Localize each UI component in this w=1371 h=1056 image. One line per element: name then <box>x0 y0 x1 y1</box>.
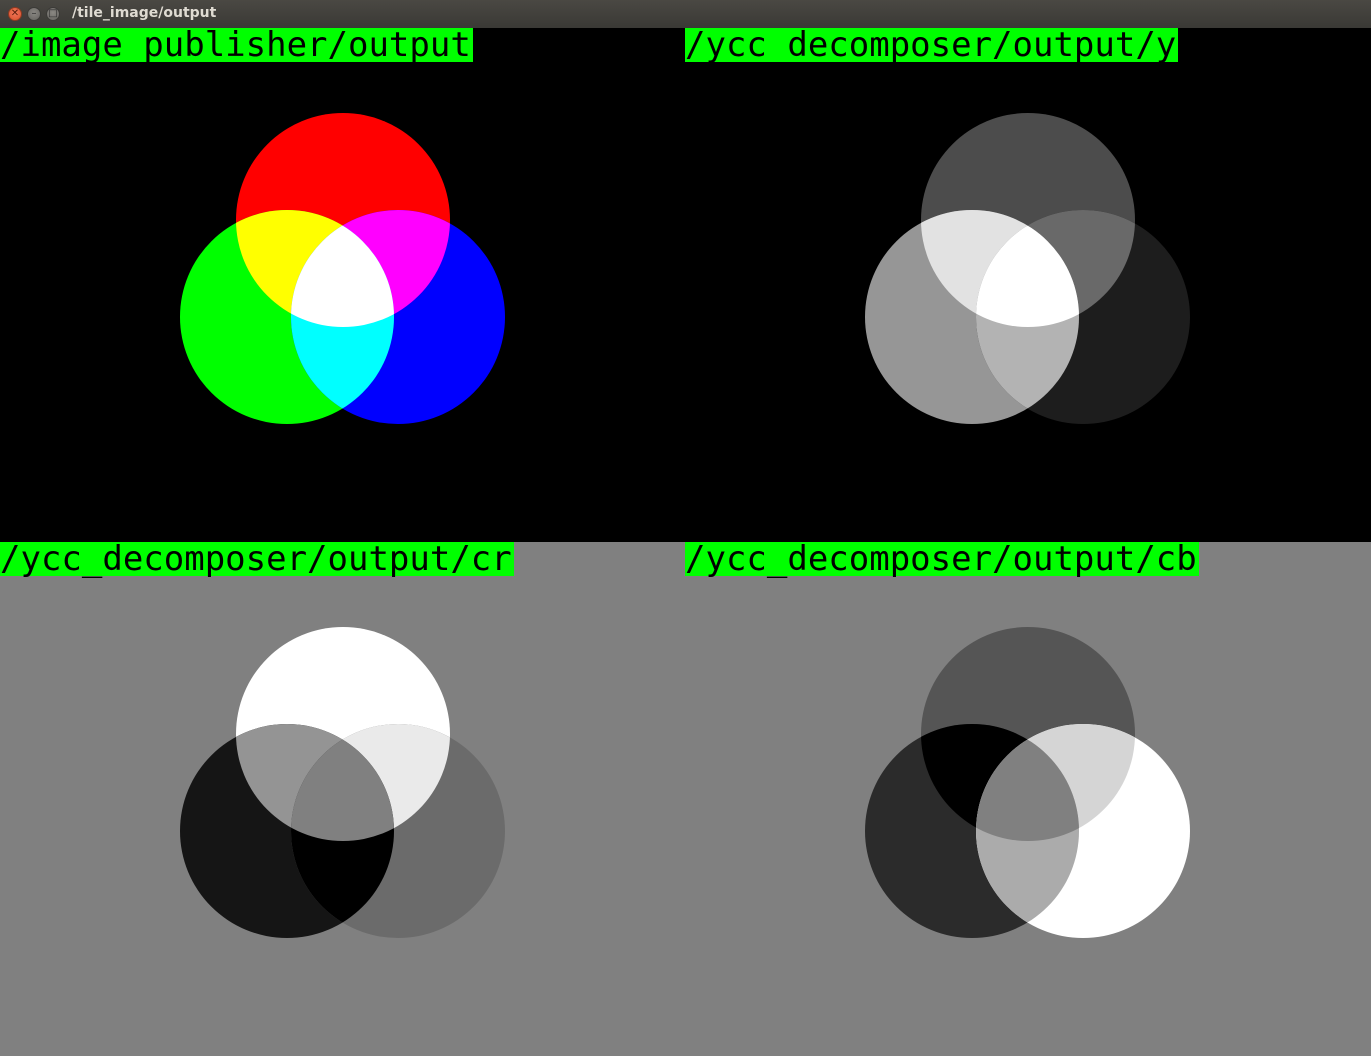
maximize-icon[interactable]: □ <box>46 7 60 21</box>
tile-ycc-y: /ycc_decomposer/output/y <box>685 28 1371 542</box>
tile-ycc-cb: /ycc_decomposer/output/cb <box>685 542 1371 1056</box>
window-title: /tile_image/output <box>72 5 217 21</box>
tile-label: /ycc_decomposer/output/cb <box>685 542 1199 579</box>
venn-diagram <box>180 113 505 424</box>
tile-ycc-cr: /ycc_decomposer/output/cr <box>0 542 685 1056</box>
venn-diagram <box>180 627 505 938</box>
venn-diagram <box>865 113 1190 424</box>
tiled-image-canvas: /image_publisher/output /ycc_decomposer/… <box>0 28 1371 1056</box>
tile-label: /ycc_decomposer/output/y <box>685 28 1179 65</box>
minimize-icon[interactable]: – <box>27 7 41 21</box>
tile-label: /ycc_decomposer/output/cr <box>0 542 514 579</box>
tile-label: /image_publisher/output <box>0 28 473 65</box>
tile-image-publisher: /image_publisher/output <box>0 28 685 542</box>
window-titlebar[interactable]: ✕ – □ /tile_image/output <box>0 0 1371 28</box>
close-icon[interactable]: ✕ <box>8 7 22 21</box>
venn-diagram <box>865 627 1190 938</box>
